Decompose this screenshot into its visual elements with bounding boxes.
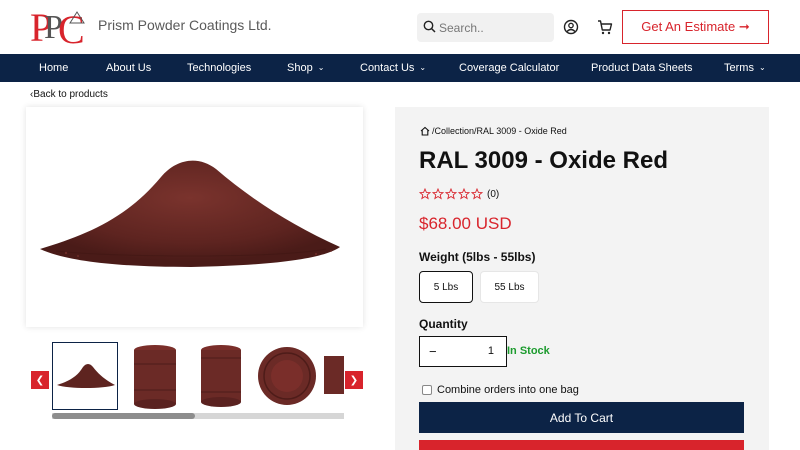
chevron-down-icon: ⌄: [419, 63, 427, 72]
brand-name[interactable]: Prism Powder Coatings Ltd.: [98, 17, 272, 33]
star-outline-icon: [471, 188, 483, 200]
back-link-label: Back to products: [33, 89, 108, 100]
cart-icon[interactable]: [596, 18, 614, 36]
home-icon[interactable]: [420, 126, 430, 136]
nav-item-label: Home: [39, 62, 69, 74]
breadcrumb-path[interactable]: /Collection/RAL 3009 - Oxide Red: [432, 126, 567, 136]
search-box[interactable]: [417, 13, 554, 42]
nav-item-home[interactable]: Home: [39, 54, 68, 82]
combine-orders-label[interactable]: Combine orders into one bag: [437, 384, 579, 396]
nav-item-label: Terms: [724, 62, 754, 74]
search-input[interactable]: [439, 13, 549, 42]
pail-thumb: [201, 345, 241, 407]
weight-label: Weight (5lbs - 55lbs): [419, 250, 536, 264]
powder-pile-thumb: [57, 364, 115, 388]
thumbnail-powder-pile[interactable]: [52, 342, 118, 410]
nav-item-contact-us[interactable]: Contact Us ⌄: [360, 54, 426, 82]
pail-thumb: [324, 356, 344, 394]
nav-item-label: Technologies: [187, 62, 252, 74]
nav-item-label: Product Data Sheets: [591, 62, 693, 74]
star-outline-icon: [419, 188, 431, 200]
chevron-down-icon: ⌄: [758, 63, 766, 72]
product-title: RAL 3009 - Oxide Red: [419, 147, 668, 174]
thumbnail-pail-partial[interactable]: [320, 342, 344, 410]
review-count: (0): [487, 188, 500, 200]
back-to-products-link[interactable]: ‹Back to products: [30, 89, 108, 100]
nav-item-terms[interactable]: Terms ⌄: [724, 54, 766, 82]
brand-logo[interactable]: P P C: [30, 5, 92, 47]
product-main-image[interactable]: [26, 107, 363, 327]
account-icon[interactable]: [562, 18, 580, 36]
quantity-label: Quantity: [419, 317, 468, 331]
quantity-decrease-button[interactable]: −: [429, 344, 437, 359]
quantity-value[interactable]: 1: [488, 345, 494, 357]
thumbnail-strip: [52, 342, 344, 410]
nav-item-label: About Us: [106, 62, 152, 74]
stock-status: In Stock: [507, 345, 550, 357]
thumbnail-pail-lid[interactable]: [254, 342, 320, 410]
star-rating[interactable]: (0): [419, 188, 499, 200]
star-outline-icon: [432, 188, 444, 200]
quantity-stepper[interactable]: − 1: [419, 336, 507, 367]
add-to-cart-button[interactable]: Add To Cart: [419, 402, 744, 433]
pail-thumb: [134, 345, 176, 409]
nav-item-label: Contact Us: [360, 62, 415, 74]
product-price: $68.00 USD: [419, 214, 512, 233]
star-outline-icon: [445, 188, 457, 200]
thumbnail-next-button[interactable]: ❯: [345, 371, 363, 389]
weight-option-5-lbs[interactable]: 5 Lbs: [419, 271, 473, 303]
buy-now-button[interactable]: [419, 440, 744, 450]
get-estimate-button[interactable]: Get An Estimate ➞: [622, 10, 769, 44]
nav-item-coverage-calculator[interactable]: Coverage Calculator: [459, 54, 559, 82]
nav-item-label: Shop: [287, 62, 313, 74]
svg-text:C: C: [58, 7, 85, 47]
pail-lid-thumb: [258, 347, 316, 405]
search-icon: [423, 20, 436, 33]
scrollbar-thumb[interactable]: [52, 413, 195, 419]
main-nav: Home About Us Technologies Shop ⌄ Contact…: [0, 54, 800, 82]
nav-item-technologies[interactable]: Technologies: [187, 54, 251, 82]
nav-item-product-data-sheets[interactable]: Product Data Sheets: [591, 54, 693, 82]
nav-item-label: Coverage Calculator: [459, 62, 560, 74]
thumbnail-prev-button[interactable]: ❮: [31, 371, 49, 389]
product-page: P P C Prism Powder Coatings Ltd. Get An …: [0, 0, 800, 450]
site-header: P P C Prism Powder Coatings Ltd. Get An …: [0, 0, 800, 54]
thumbnail-pail-front[interactable]: [122, 342, 188, 410]
nav-item-about-us[interactable]: About Us: [106, 54, 151, 82]
breadcrumb: /Collection/RAL 3009 - Oxide Red: [420, 126, 567, 136]
star-outline-icon: [458, 188, 470, 200]
nav-item-shop[interactable]: Shop ⌄: [287, 54, 324, 82]
powder-pile-image: [40, 160, 340, 267]
thumbnail-scrollbar[interactable]: [52, 413, 344, 419]
thumbnail-pail-side[interactable]: [188, 342, 254, 410]
weight-option-55-lbs[interactable]: 55 Lbs: [480, 271, 539, 303]
combine-orders-checkbox[interactable]: [422, 385, 432, 395]
chevron-down-icon: ⌄: [317, 63, 325, 72]
